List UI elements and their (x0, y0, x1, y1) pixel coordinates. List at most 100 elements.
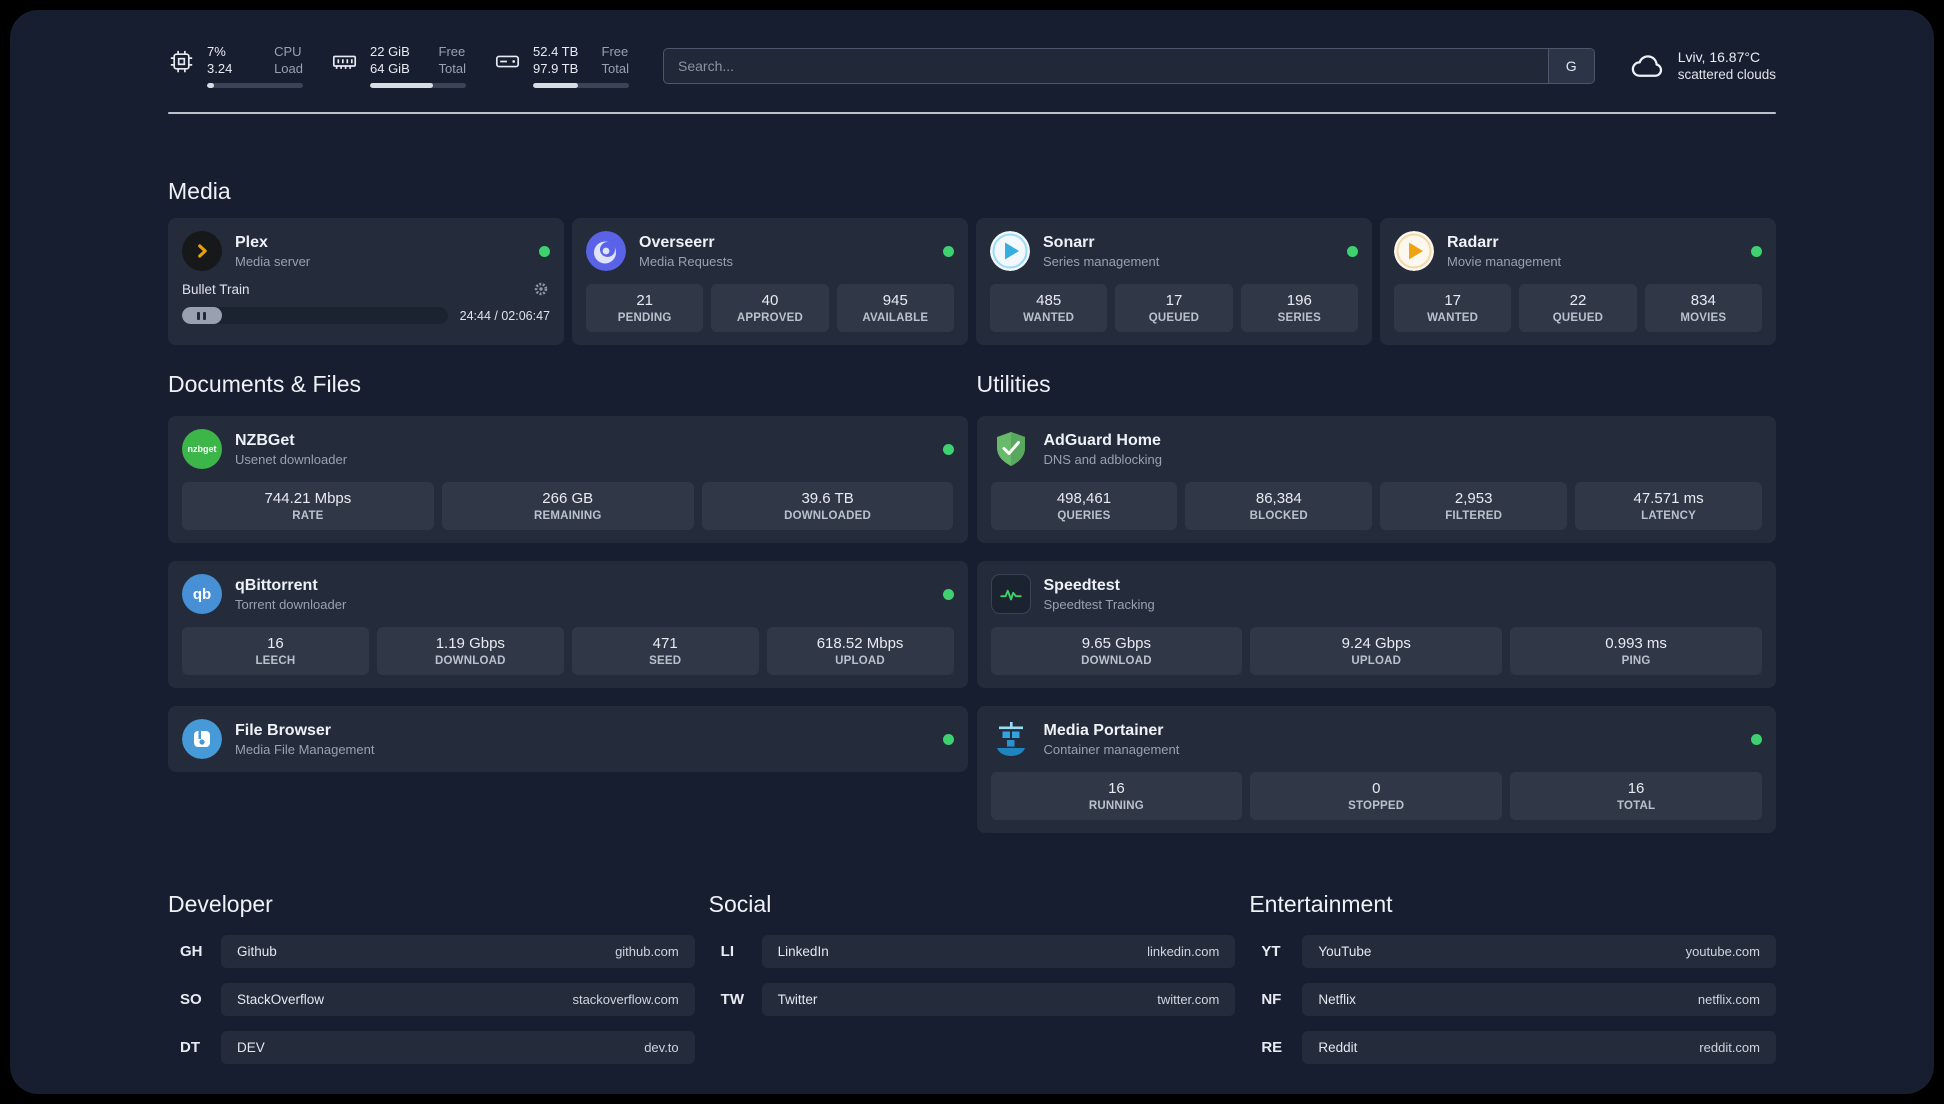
nzbget-card[interactable]: nzbget NZBGet Usenet downloader 744.21 M… (168, 416, 968, 543)
media-heading: Media (168, 178, 231, 204)
search-bar: G (663, 47, 1595, 84)
portainer-card[interactable]: Media Portainer Container management 16 … (976, 706, 1776, 833)
qbittorrent-stat-download: 1.19 Gbps DOWNLOAD (376, 627, 564, 675)
utilities-heading: Utilities (976, 371, 1051, 397)
filebrowser-title: File Browser (235, 721, 332, 739)
sonarr-status-dot (1347, 245, 1358, 257)
radarr-subtitle: Movie management (1447, 253, 1562, 269)
plex-title: Plex (235, 233, 268, 251)
bookmark-link[interactable]: Reddit reddit.com (1302, 1031, 1776, 1064)
bookmark-abbr: SO (180, 991, 202, 1008)
bookmark-link[interactable]: DEV dev.to (221, 1031, 695, 1064)
bookmark-link[interactable]: Twitter twitter.com (761, 983, 1236, 1016)
pause-icon (197, 311, 201, 320)
ram-free-label: Free (438, 44, 466, 59)
social-column: Social LI LinkedIn linkedin.com TW Twitt… (709, 891, 1236, 1016)
gear-icon[interactable] (532, 280, 550, 298)
cpu-usage-label: CPU (274, 44, 302, 59)
disk-metric: 52.4 TB 97.9 TB Free Total (494, 43, 629, 88)
adguard-stat-latency: 47.571 ms LATENCY (1575, 482, 1762, 530)
portainer-status-dot (1751, 733, 1762, 745)
dashboard: 7% 3.24 CPU Load 22 GiB 64 GiB Free Tota… (10, 10, 1934, 1094)
developer-column: Developer GH Github github.com SO StackO… (168, 891, 695, 1064)
overseerr-subtitle: Media Requests (639, 253, 733, 269)
radarr-title: Radarr (1447, 233, 1499, 251)
nzbget-title: NZBGet (235, 431, 295, 449)
portainer-stat-running: 16 RUNNING (990, 772, 1243, 820)
bookmarks-section: Developer GH Github github.com SO StackO… (168, 891, 1776, 1064)
bookmark-abbr: YT (1261, 943, 1281, 960)
radarr-status-dot (1751, 245, 1762, 257)
plex-subtitle: Media server (235, 253, 311, 269)
weather-widget[interactable]: Lviv, 16.87°C scattered clouds (1629, 48, 1776, 84)
filebrowser-card[interactable]: File Browser Media File Management (168, 706, 968, 772)
bookmark-link[interactable]: StackOverflow stackoverflow.com (221, 983, 695, 1016)
search-input[interactable] (664, 48, 1548, 83)
disk-progressbar (533, 83, 629, 88)
utilities-column: Utilities AdGuard Home DNS and adblockin… (976, 371, 1776, 833)
social-heading: Social (708, 891, 772, 917)
overseerr-stat-available: 945 AVAILABLE (836, 284, 954, 332)
bookmark-stackoverflow[interactable]: SO StackOverflow stackoverflow.com (168, 983, 695, 1016)
documents-column: Documents & Files nzbget NZBGet Usenet d… (168, 371, 968, 772)
bookmark-link[interactable]: Netflix netflix.com (1302, 983, 1776, 1016)
nzbget-status-dot (942, 443, 954, 455)
radarr-card[interactable]: Radarr Movie management 17 WANTED 22 QUE… (1380, 218, 1776, 345)
sonarr-card[interactable]: Sonarr Series management 485 WANTED 17 Q… (976, 218, 1372, 345)
speedtest-stat-download: 9.65 Gbps DOWNLOAD (990, 627, 1243, 675)
filebrowser-subtitle: Media File Management (235, 741, 375, 757)
disk-free-label: Free (601, 44, 629, 59)
sonarr-subtitle: Series management (1043, 253, 1160, 269)
playback-progress-fill (182, 307, 222, 324)
radarr-stat-movies: 834 MOVIES (1644, 284, 1762, 332)
bookmark-link[interactable]: Github github.com (221, 935, 695, 968)
adguard-title: AdGuard Home (1043, 431, 1161, 449)
cpu-progressbar (207, 83, 303, 88)
adguard-stat-queries: 498,461 QUERIES (990, 482, 1178, 530)
portainer-icon (991, 719, 1031, 759)
plex-icon (182, 231, 222, 271)
documents-heading: Documents & Files (168, 371, 362, 397)
bookmark-github[interactable]: GH Github github.com (168, 935, 695, 968)
qbittorrent-status-dot (942, 588, 954, 600)
portainer-subtitle: Container management (1043, 741, 1180, 757)
portainer-stat-stopped: 0 STOPPED (1250, 772, 1503, 820)
ram-progress-fill (370, 83, 434, 88)
developer-heading: Developer (168, 891, 273, 917)
cpu-metric: 7% 3.24 CPU Load (168, 43, 303, 88)
radarr-stat-queued: 22 QUEUED (1519, 284, 1637, 332)
bookmark-dev[interactable]: DT DEV dev.to (168, 1031, 695, 1064)
disk-total-label: Total (601, 61, 629, 76)
nzbget-stat-rate: 744.21 Mbps RATE (182, 482, 434, 530)
filebrowser-status-dot (942, 733, 954, 745)
playback-time: 24:44 / 02:06:47 (459, 308, 550, 323)
adguard-card[interactable]: AdGuard Home DNS and adblocking 498,461 … (976, 416, 1776, 543)
sonarr-stat-series: 196 SERIES (1240, 284, 1358, 332)
plex-card[interactable]: Plex Media server Bullet Train 24:44 / 0… (168, 218, 564, 345)
cpu-load-value: 3.24 (207, 61, 233, 76)
qbittorrent-card[interactable]: qb qBittorrent Torrent downloader 16 LEE… (168, 561, 968, 688)
weather-condition: scattered clouds (1677, 66, 1776, 82)
search-engine-button[interactable]: G (1547, 48, 1594, 83)
bookmark-twitter[interactable]: TW Twitter twitter.com (709, 983, 1236, 1016)
bookmark-abbr: GH (180, 943, 203, 960)
qbittorrent-stat-leech: 16 LEECH (182, 627, 369, 675)
entertainment-heading: Entertainment (1249, 891, 1393, 917)
speedtest-subtitle: Speedtest Tracking (1043, 596, 1155, 612)
speedtest-card[interactable]: Speedtest Speedtest Tracking 9.65 Gbps D… (976, 561, 1776, 688)
bookmark-link[interactable]: YouTube youtube.com (1302, 935, 1776, 968)
cpu-icon (168, 48, 195, 75)
ram-metric: 22 GiB 64 GiB Free Total (331, 43, 466, 88)
bookmark-reddit[interactable]: RE Reddit reddit.com (1249, 1031, 1776, 1064)
overseerr-card[interactable]: Overseerr Media Requests 21 PENDING 40 A… (572, 218, 968, 345)
bookmark-youtube[interactable]: YT YouTube youtube.com (1249, 935, 1776, 968)
bookmark-linkedin[interactable]: LI LinkedIn linkedin.com (709, 935, 1236, 968)
overseerr-status-dot (943, 245, 954, 257)
bookmark-link[interactable]: LinkedIn linkedin.com (761, 935, 1236, 968)
ram-progressbar (370, 83, 466, 88)
bookmark-abbr: DT (180, 1039, 200, 1056)
overseerr-stat-approved: 40 APPROVED (711, 284, 829, 332)
cloud-icon (1629, 48, 1665, 84)
playback-progressbar[interactable] (182, 307, 448, 324)
bookmark-netflix[interactable]: NF Netflix netflix.com (1249, 983, 1776, 1016)
